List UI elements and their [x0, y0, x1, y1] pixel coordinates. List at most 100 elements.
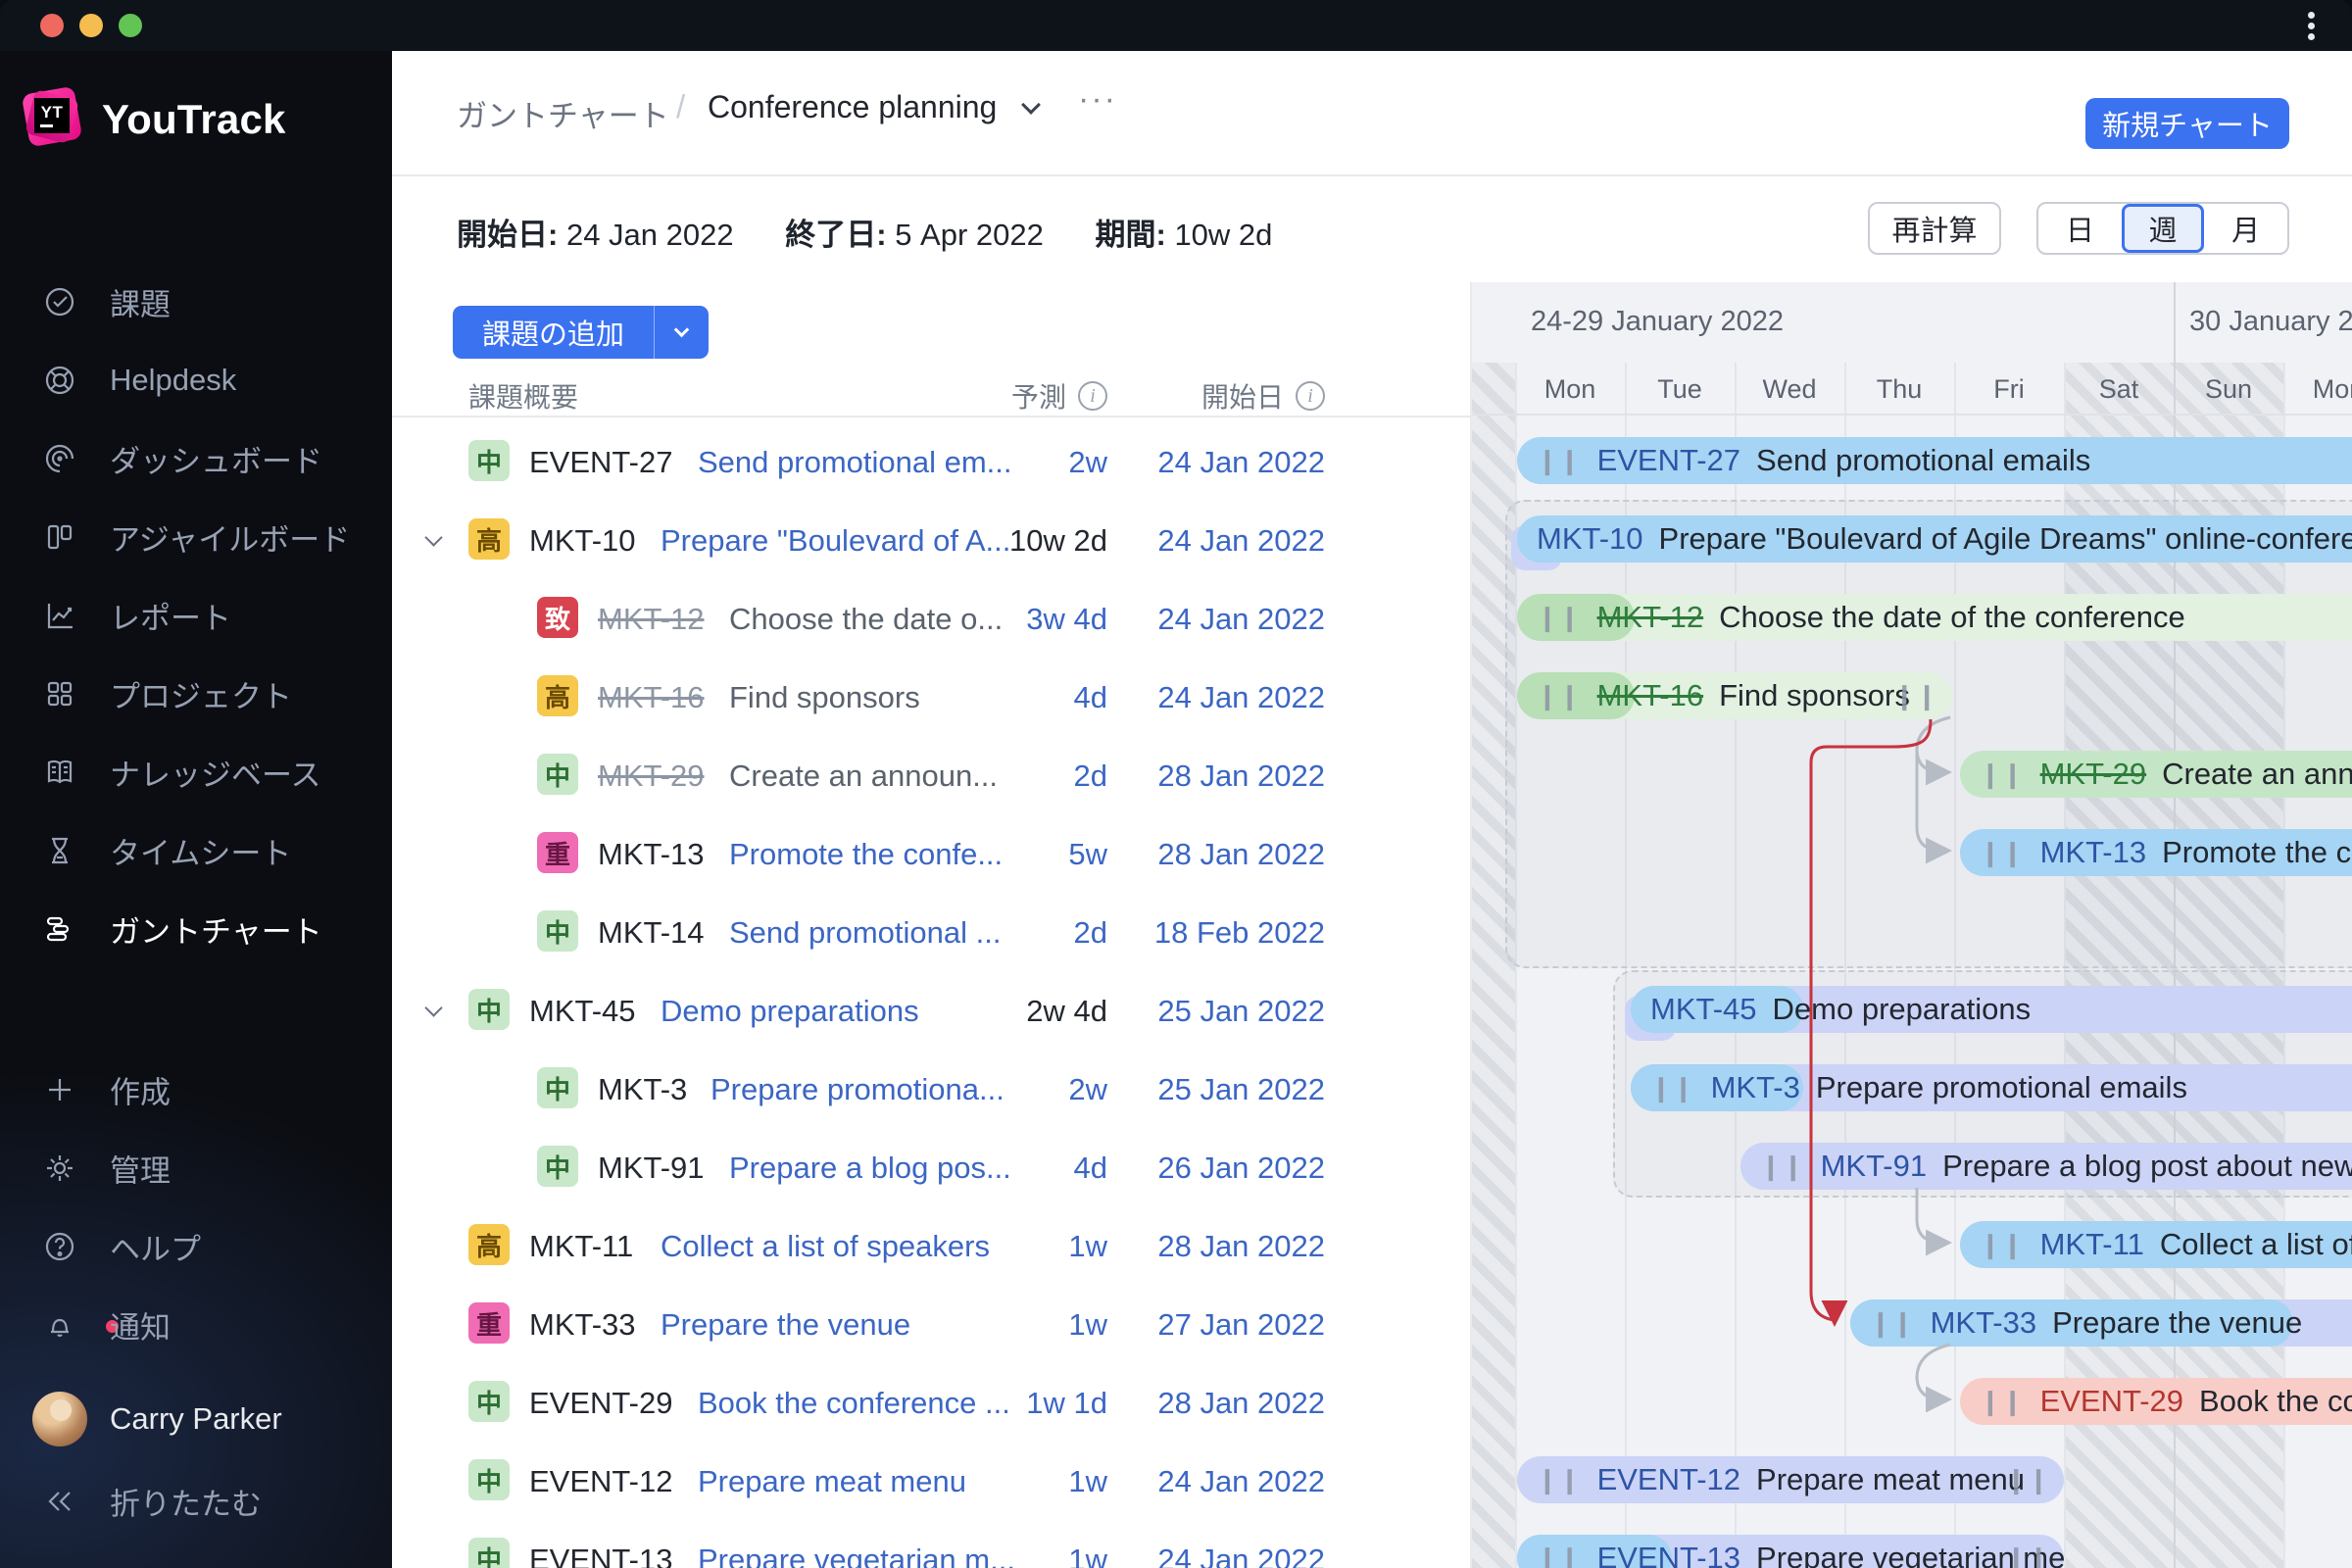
issue-title-link[interactable]: Prepare promotiona...: [710, 1072, 1004, 1107]
youtrack-logo-icon[interactable]: YT: [21, 85, 83, 148]
zoom-option-2[interactable]: 月: [2204, 204, 2287, 253]
close-window-icon[interactable]: [40, 14, 64, 37]
table-row-MKT-16[interactable]: 高 MKT-16 Find sponsors 4d 24 Jan 2022: [392, 657, 1470, 735]
table-row-MKT-29[interactable]: 中 MKT-29 Create an announ... 2d 28 Jan 2022: [392, 735, 1470, 813]
minimize-window-icon[interactable]: [79, 14, 103, 37]
sidebar-item-check-circle[interactable]: 課題: [0, 270, 392, 333]
table-row-MKT-45[interactable]: 中 MKT-45 Demo preparations 2w 4d 25 Jan 2022: [392, 970, 1470, 1049]
issue-start-date[interactable]: 24 Jan 2022: [1157, 523, 1325, 559]
issue-start-date[interactable]: 28 Jan 2022: [1157, 1386, 1325, 1421]
issue-start-date[interactable]: 25 Jan 2022: [1157, 1072, 1325, 1107]
issue-title-link[interactable]: Prepare "Boulevard of A...: [661, 523, 1010, 559]
sidebar-item-gear[interactable]: 管理: [0, 1137, 392, 1200]
more-actions-button[interactable]: ···: [1078, 80, 1117, 119]
table-row-EVENT-12[interactable]: 中 EVENT-12 Prepare meat menu 1w 24 Jan 2022: [392, 1441, 1470, 1519]
estimate-info-icon[interactable]: i: [1078, 381, 1107, 411]
issue-start-date[interactable]: 18 Feb 2022: [1154, 915, 1325, 951]
issue-start-date[interactable]: 27 Jan 2022: [1157, 1307, 1325, 1343]
breadcrumb-section[interactable]: ガントチャート: [457, 91, 669, 135]
zoom-option-1[interactable]: 週: [2121, 204, 2205, 253]
chart-title-chevron-down-icon[interactable]: [1021, 95, 1041, 115]
zoom-window-icon[interactable]: [119, 14, 142, 37]
table-row-EVENT-27[interactable]: 中 EVENT-27 Send promotional em... 2w 24 Jan …: [392, 421, 1470, 500]
issue-title-link[interactable]: Prepare vegetarian m...: [698, 1543, 1015, 1568]
table-row-MKT-12[interactable]: 致 MKT-12 Choose the date o... 3w 4d 24 Jan 2…: [392, 578, 1470, 657]
issue-title-link[interactable]: Send promotional ...: [729, 915, 1001, 951]
sidebar-item-gantt[interactable]: ガントチャート: [0, 898, 392, 960]
sidebar-item-book[interactable]: ナレッジベース: [0, 741, 392, 804]
bar-drag-handle-icon[interactable]: ❙❙: [1980, 1387, 2025, 1417]
bar-drag-handle-icon[interactable]: ❙❙: [1537, 446, 1582, 476]
table-row-MKT-91[interactable]: 中 MKT-91 Prepare a blog pos... 4d 26 Jan 202…: [392, 1127, 1470, 1205]
issue-title-link[interactable]: Find sponsors: [729, 680, 920, 715]
table-row-MKT-3[interactable]: 中 MKT-3 Prepare promotiona... 2w 25 Jan 2022: [392, 1049, 1470, 1127]
issue-start-date[interactable]: 28 Jan 2022: [1157, 1229, 1325, 1264]
issue-title-link[interactable]: Choose the date o...: [729, 602, 1003, 637]
issue-title-link[interactable]: Prepare a blog pos...: [729, 1151, 1011, 1186]
sidebar-item-plus[interactable]: 作成: [0, 1058, 392, 1121]
column-estimate[interactable]: 予測 i: [1011, 376, 1107, 416]
issue-start-date[interactable]: 24 Jan 2022: [1157, 1543, 1325, 1568]
table-row-EVENT-13[interactable]: 中 EVENT-13 Prepare vegetarian m... 1w 24 Jan…: [392, 1519, 1470, 1568]
bar-drag-handle-icon[interactable]: ❙❙: [1650, 1073, 1695, 1103]
bar-drag-handle-icon[interactable]: ❙❙: [1537, 1465, 1582, 1495]
issue-title-link[interactable]: Book the conference ...: [698, 1386, 1010, 1421]
start-info-icon[interactable]: i: [1296, 381, 1325, 411]
column-summary[interactable]: 課題概要: [468, 376, 578, 416]
issue-title-link[interactable]: Prepare meat menu: [698, 1464, 966, 1499]
add-issue-button[interactable]: 課題の追加: [453, 306, 710, 359]
issue-start-date[interactable]: 24 Jan 2022: [1157, 445, 1325, 480]
bar-drag-handle-icon[interactable]: ❙❙: [1537, 1544, 1582, 1568]
expand-chevron-icon[interactable]: [424, 528, 443, 547]
bar-drag-handle-icon[interactable]: ❙❙: [1537, 603, 1582, 633]
sidebar-item-gauge[interactable]: ダッシュボード: [0, 427, 392, 490]
new-chart-button[interactable]: 新規チャート: [2085, 98, 2289, 149]
bar-drag-handle-icon[interactable]: ❙❙: [1980, 838, 2025, 868]
issue-start-date[interactable]: 24 Jan 2022: [1157, 680, 1325, 715]
column-start[interactable]: 開始日 i: [1201, 376, 1325, 416]
issue-title-link[interactable]: Promote the confe...: [729, 837, 1003, 872]
issue-title-link[interactable]: Prepare the venue: [661, 1307, 910, 1343]
priority-badge: 重: [537, 832, 578, 873]
recalculate-button[interactable]: 再計算: [1868, 202, 2001, 255]
sidebar-item-report-chart[interactable]: レポート: [0, 584, 392, 647]
issue-start-date[interactable]: 28 Jan 2022: [1157, 759, 1325, 794]
table-row-EVENT-29[interactable]: 中 EVENT-29 Book the conference ... 1w 1d 28 …: [392, 1362, 1470, 1441]
table-row-MKT-10[interactable]: 高 MKT-10 Prepare "Boulevard of A... 10w 2d 2…: [392, 500, 1470, 578]
issue-start-date[interactable]: 25 Jan 2022: [1157, 994, 1325, 1029]
add-issue-dropdown-button[interactable]: [654, 306, 709, 359]
sidebar-collapse-button[interactable]: 折りたたむ: [0, 1470, 392, 1533]
issue-title-link[interactable]: Demo preparations: [661, 994, 919, 1029]
bar-drag-handle-icon[interactable]: ❙❙: [1980, 1230, 2025, 1260]
issue-start-date[interactable]: 26 Jan 2022: [1157, 1151, 1325, 1186]
issue-start-date[interactable]: 24 Jan 2022: [1157, 1464, 1325, 1499]
bar-drag-handle-icon[interactable]: ❙❙: [2005, 1544, 2050, 1568]
bar-drag-handle-icon[interactable]: ❙❙: [1537, 681, 1582, 711]
sidebar-item-bell[interactable]: 通知: [0, 1294, 392, 1356]
issue-title-link[interactable]: Create an announ...: [729, 759, 998, 794]
sidebar-item-hourglass[interactable]: タイムシート: [0, 819, 392, 882]
bar-drag-handle-icon[interactable]: ❙❙: [1870, 1308, 1915, 1339]
table-row-MKT-11[interactable]: 高 MKT-11 Collect a list of speakers 1w 28 Ja…: [392, 1205, 1470, 1284]
issue-title-link[interactable]: Send promotional em...: [698, 445, 1012, 480]
issue-title-link[interactable]: Collect a list of speakers: [661, 1229, 990, 1264]
table-row-MKT-14[interactable]: 中 MKT-14 Send promotional ... 2d 18 Feb 2022: [392, 892, 1470, 970]
issue-start-date[interactable]: 28 Jan 2022: [1157, 837, 1325, 872]
bar-drag-handle-icon[interactable]: ❙❙: [1893, 681, 1938, 711]
issue-start-date[interactable]: 24 Jan 2022: [1157, 602, 1325, 637]
user-menu[interactable]: Carry Parker: [0, 1382, 392, 1456]
sidebar-item-grid[interactable]: プロジェクト: [0, 662, 392, 725]
bar-drag-handle-icon[interactable]: ❙❙: [2005, 1465, 2050, 1495]
bar-drag-handle-icon[interactable]: ❙❙: [1760, 1152, 1805, 1182]
bar-drag-handle-icon[interactable]: ❙❙: [1980, 760, 2025, 790]
chart-title[interactable]: Conference planning: [708, 89, 997, 125]
sidebar-item-helpdesk[interactable]: Helpdesk: [0, 349, 392, 412]
expand-chevron-icon[interactable]: [424, 999, 443, 1017]
window-kebab-menu-icon[interactable]: [2297, 12, 2325, 41]
table-row-MKT-13[interactable]: 重 MKT-13 Promote the confe... 5w 28 Jan 2022: [392, 813, 1470, 892]
zoom-option-0[interactable]: 日: [2038, 204, 2122, 253]
sidebar-item-board[interactable]: アジャイルボード: [0, 506, 392, 568]
sidebar-item-help[interactable]: ヘルプ: [0, 1215, 392, 1278]
bar-issue-title: Prepare the venue: [2052, 1305, 2303, 1340]
table-row-MKT-33[interactable]: 重 MKT-33 Prepare the venue 1w 27 Jan 2022: [392, 1284, 1470, 1362]
